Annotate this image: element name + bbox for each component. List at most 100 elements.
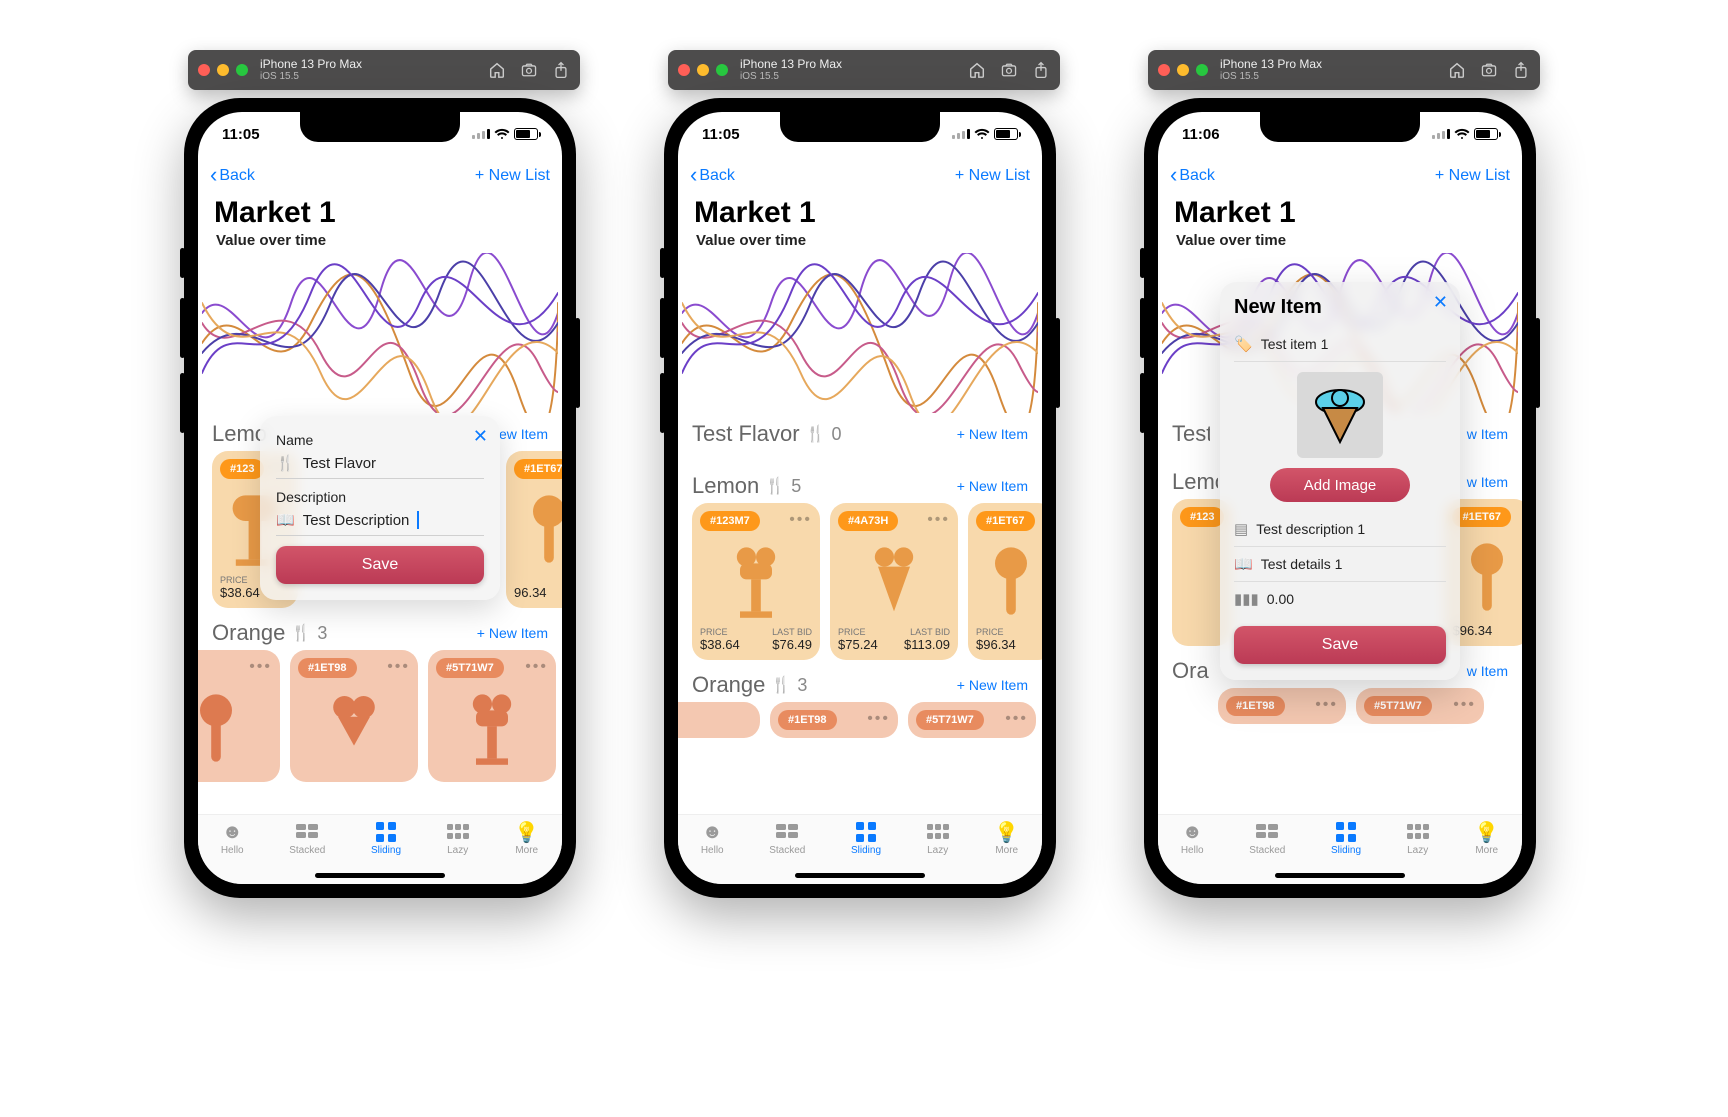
item-card[interactable]: #1ET67 PRICE$96.34	[968, 503, 1042, 660]
save-button[interactable]: Save	[1234, 626, 1446, 664]
tab-more[interactable]: 💡More	[994, 821, 1019, 856]
fork-knife-icon: 🍴	[765, 476, 785, 496]
more-icon[interactable]: •••	[927, 511, 950, 529]
window-zoom-icon[interactable]	[1196, 64, 1208, 76]
tab-hello[interactable]: ☻Hello	[701, 821, 724, 856]
tab-hello[interactable]: ☻Hello	[1181, 821, 1204, 856]
item-card[interactable]: #1ET67 96.34	[506, 451, 562, 608]
new-list-button[interactable]: + New List	[475, 167, 550, 185]
home-icon[interactable]	[968, 61, 986, 79]
share-icon[interactable]	[1512, 61, 1530, 79]
tab-stacked[interactable]: Stacked	[769, 821, 805, 856]
chart-title: Value over time	[198, 232, 562, 251]
save-button[interactable]: Save	[276, 546, 484, 584]
new-item-button[interactable]: w Item	[1458, 663, 1508, 679]
more-icon[interactable]: •••	[867, 710, 890, 728]
name-label: Name	[276, 432, 484, 448]
item-card[interactable]: #5T71W7 •••	[1356, 688, 1484, 724]
more-icon[interactable]: •••	[1453, 696, 1476, 714]
back-button[interactable]: ‹Back	[210, 166, 255, 186]
more-icon[interactable]: •••	[387, 658, 410, 676]
back-button[interactable]: ‹Back	[690, 166, 735, 186]
new-item-button[interactable]: + New Item	[957, 478, 1028, 494]
close-icon[interactable]: ✕	[1433, 292, 1448, 313]
window-close-icon[interactable]	[678, 64, 690, 76]
smiley-icon: ☻	[1182, 821, 1203, 843]
window-zoom-icon[interactable]	[236, 64, 248, 76]
add-image-button[interactable]: Add Image	[1270, 468, 1410, 502]
description-field[interactable]: 📖Test Description	[276, 505, 484, 536]
close-icon[interactable]: ✕	[473, 426, 488, 447]
more-icon[interactable]: •••	[789, 511, 812, 529]
more-icon[interactable]: •••	[1315, 696, 1338, 714]
tab-lazy[interactable]: Lazy	[1407, 821, 1429, 856]
item-quantity-field[interactable]: ▮▮▮0.00	[1234, 582, 1446, 616]
home-indicator[interactable]	[795, 873, 925, 878]
item-card[interactable]: #4A73H ••• PRICE$75.24LAST BID$113.09	[830, 503, 958, 660]
home-icon[interactable]	[488, 61, 506, 79]
card-id-badge: #5T71W7	[436, 658, 504, 678]
tab-more[interactable]: 💡More	[1474, 821, 1499, 856]
tab-sliding[interactable]: Sliding	[851, 821, 881, 856]
new-list-button[interactable]: + New List	[955, 167, 1030, 185]
tab-hello[interactable]: ☻Hello	[221, 821, 244, 856]
screenshot-icon[interactable]	[520, 61, 538, 79]
tab-more[interactable]: 💡More	[514, 821, 539, 856]
window-minimize-icon[interactable]	[697, 64, 709, 76]
wifi-icon	[494, 128, 510, 140]
new-item-button[interactable]: w Item	[1458, 426, 1508, 442]
item-card[interactable]: #1ET98 •••	[290, 650, 418, 782]
page-title: Market 1	[678, 196, 1042, 232]
fork-knife-icon: 🍴	[771, 675, 791, 695]
home-indicator[interactable]	[315, 873, 445, 878]
home-icon[interactable]	[1448, 61, 1466, 79]
tab-stacked[interactable]: Stacked	[1249, 821, 1285, 856]
cards-row-orange[interactable]: #1ET98 ••• #5T71W7 •••	[1158, 688, 1522, 734]
item-description-field[interactable]: ▤Test description 1	[1234, 512, 1446, 547]
window-zoom-icon[interactable]	[716, 64, 728, 76]
sim-os-label: iOS 15.5	[740, 71, 842, 82]
tab-lazy[interactable]: Lazy	[447, 821, 469, 856]
share-icon[interactable]	[1032, 61, 1050, 79]
item-name-field[interactable]: 🏷️Test item 1	[1234, 327, 1446, 362]
new-item-button[interactable]: + New Item	[957, 677, 1028, 693]
item-card[interactable]: #5T71W7 •••	[908, 702, 1036, 738]
window-minimize-icon[interactable]	[217, 64, 229, 76]
window-close-icon[interactable]	[198, 64, 210, 76]
window-close-icon[interactable]	[1158, 64, 1170, 76]
new-list-button[interactable]: + New List	[1435, 167, 1510, 185]
cards-row-lemon[interactable]: #123M7 ••• PRICE$38.64LAST BID$76.49 #4A…	[678, 503, 1042, 670]
home-indicator[interactable]	[1275, 873, 1405, 878]
new-item-button[interactable]: + New Item	[477, 625, 548, 641]
item-card[interactable]: #1ET98 •••	[770, 702, 898, 738]
item-card[interactable]: 34	[678, 702, 760, 738]
item-card[interactable]: #123M7 ••• PRICE$38.64LAST BID$76.49	[692, 503, 820, 660]
more-icon[interactable]: •••	[249, 658, 272, 676]
tab-stacked[interactable]: Stacked	[289, 821, 325, 856]
description-label: Description	[276, 489, 484, 505]
tab-lazy[interactable]: Lazy	[927, 821, 949, 856]
item-card[interactable]: #1ET98 •••	[1218, 688, 1346, 724]
cards-row-orange[interactable]: 34 #1ET98 ••• #5T71W7 •••	[678, 702, 1042, 748]
new-item-button[interactable]: + New Item	[957, 426, 1028, 442]
simulator-titlebar: iPhone 13 Pro Max iOS 15.5	[668, 50, 1060, 90]
new-item-button[interactable]: w Item	[1458, 474, 1508, 490]
screenshot-icon[interactable]	[1000, 61, 1018, 79]
more-icon[interactable]: •••	[525, 658, 548, 676]
chevron-left-icon: ‹	[690, 164, 697, 186]
item-details-field[interactable]: 📖Test details 1	[1234, 547, 1446, 582]
item-card[interactable]: #5T71W7 •••	[428, 650, 556, 782]
tab-sliding[interactable]: Sliding	[1331, 821, 1361, 856]
more-icon[interactable]: •••	[1005, 710, 1028, 728]
window-minimize-icon[interactable]	[1177, 64, 1189, 76]
screenshot-icon[interactable]	[1480, 61, 1498, 79]
wifi-icon	[1454, 128, 1470, 140]
new-item-button[interactable]: ew Item	[494, 426, 548, 442]
tab-sliding[interactable]: Sliding	[371, 821, 401, 856]
name-field[interactable]: 🍴Test Flavor	[276, 448, 484, 479]
back-button[interactable]: ‹Back	[1170, 166, 1215, 186]
cards-row-orange[interactable]: 34 ••• #1ET98 ••• #5T71W7 •••	[198, 650, 562, 792]
item-card[interactable]: 34 •••	[198, 650, 280, 782]
share-icon[interactable]	[552, 61, 570, 79]
status-indicators	[1432, 128, 1498, 140]
